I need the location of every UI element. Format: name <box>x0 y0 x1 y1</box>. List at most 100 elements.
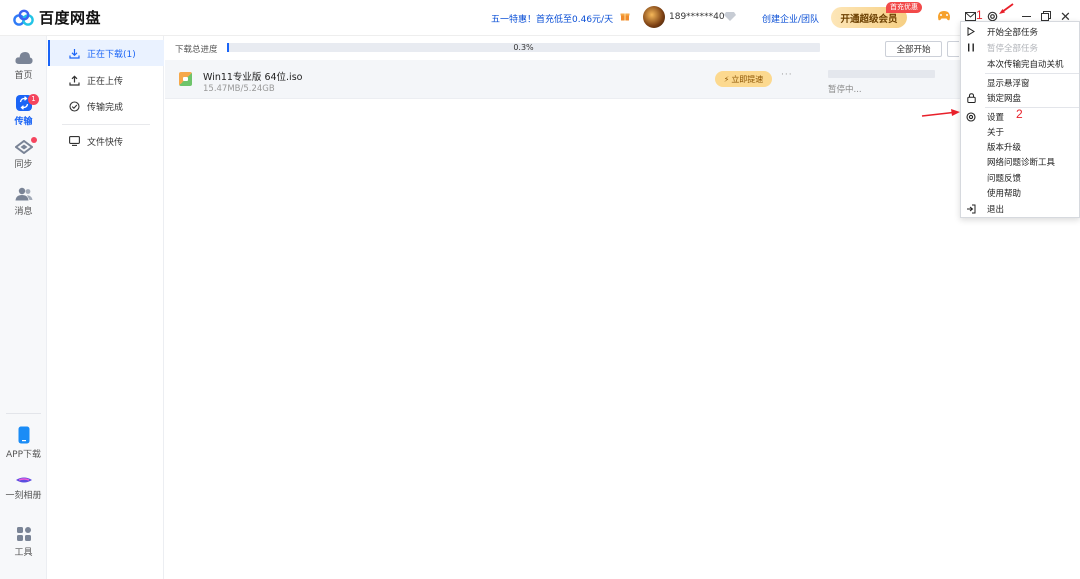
rail-item-transfer[interactable]: 传输 <box>0 95 47 127</box>
rail-item-label: 一刻相册 <box>5 491 42 501</box>
tab-downloading[interactable]: 正在下载(1) <box>48 40 164 66</box>
tab-label: 正在上传 <box>87 76 124 87</box>
menu-item-pause-all[interactable]: 暂停全部任务 <box>961 40 1079 55</box>
menu-separator <box>985 73 1079 74</box>
create-enterprise-link[interactable]: 创建企业/团队 <box>762 12 819 25</box>
game-controller-icon[interactable] <box>937 10 951 22</box>
lightning-icon: ⚡ <box>723 74 730 84</box>
menu-item-auto-shutdown[interactable]: 本次传输完自动关机 <box>961 56 1079 71</box>
album-icon <box>15 477 32 483</box>
rail-item-label: APP下载 <box>5 450 41 460</box>
upload-icon <box>68 74 80 86</box>
menu-item-label: 设置 <box>987 112 1005 123</box>
download-icon <box>68 48 80 59</box>
grid-apps-icon <box>16 527 31 541</box>
rail-item-messages[interactable]: 消息 <box>0 187 47 217</box>
monitor-icon <box>68 136 80 146</box>
app-logo[interactable]: 百度网盘 <box>13 7 101 28</box>
username[interactable]: 189******40 <box>669 12 725 22</box>
rail-item-app-download[interactable]: APP下载 <box>0 426 47 460</box>
subnav-divider <box>62 124 150 125</box>
tab-label: 文件快传 <box>87 137 124 148</box>
rail-item-sync[interactable]: 同步 <box>0 140 47 170</box>
transfer-count-badge: 1 <box>28 94 39 105</box>
menu-item-help[interactable]: 使用帮助 <box>961 185 1079 200</box>
app-name: 百度网盘 <box>39 9 102 27</box>
diamond-icon[interactable] <box>724 11 736 21</box>
tab-completed[interactable]: 传输完成 <box>48 93 164 119</box>
speed-up-button[interactable]: ⚡ 立即提速 <box>715 71 772 87</box>
tab-quick-transfer[interactable]: 文件快传 <box>48 128 164 154</box>
menu-item-start-all[interactable]: 开始全部任务 <box>961 24 1079 39</box>
annotation-arrow-1 <box>999 3 1014 14</box>
vip-promo-badge: 首充优惠 <box>886 2 922 13</box>
menu-item-label: 本次传输完自动关机 <box>987 59 1064 70</box>
file-name: Win11专业版 64位.iso <box>203 72 303 83</box>
mail-icon[interactable] <box>965 12 976 21</box>
start-all-button[interactable]: 全部开始 <box>885 41 942 57</box>
annotation-arrow-2 <box>921 109 960 117</box>
promo-link[interactable]: 五一特惠！首充低至0.46元/天 <box>491 12 613 25</box>
menu-item-label: 显示悬浮窗 <box>987 78 1030 89</box>
cloud-logo-icon <box>13 9 34 26</box>
title-bar: 百度网盘 五一特惠！首充低至0.46元/天 189******40 创建企业/团… <box>0 0 1080 36</box>
rail-item-label: 传输 <box>14 117 33 127</box>
menu-item-upgrade[interactable]: 版本升级 <box>961 139 1079 154</box>
pause-icon <box>968 43 974 52</box>
pause-all-button-edge[interactable] <box>947 41 959 57</box>
menu-item-label: 使用帮助 <box>987 188 1022 199</box>
annotation-step-2: 2 <box>1016 107 1023 121</box>
lock-icon <box>966 92 976 103</box>
people-icon <box>15 187 32 201</box>
menu-item-exit[interactable]: 退出 <box>961 201 1079 216</box>
menu-item-label: 退出 <box>987 204 1005 215</box>
menu-separator <box>985 107 1079 108</box>
menu-item-network-diagnose[interactable]: 网络问题诊断工具 <box>961 154 1079 169</box>
left-rail: 首页 传输 1 同步 消息 APP下载 一刻相册 工具 <box>0 36 47 579</box>
rail-item-album[interactable]: 一刻相册 <box>0 475 47 501</box>
total-progress-bar: 0.3% <box>227 43 820 52</box>
menu-item-label: 暂停全部任务 <box>987 43 1039 54</box>
check-circle-icon <box>68 100 80 112</box>
transfer-subnav: 正在下载(1) 正在上传 传输完成 文件快传 <box>48 36 164 579</box>
minimize-button[interactable] <box>1022 16 1031 17</box>
download-row[interactable]: Win11专业版 64位.iso 15.47MB/5.24GB ⚡ 立即提速 ·… <box>165 60 960 99</box>
rail-divider <box>6 413 41 414</box>
file-size: 15.47MB/5.24GB <box>203 84 275 94</box>
speed-up-label: 立即提速 <box>731 74 764 84</box>
total-progress-text: 0.3% <box>513 43 534 52</box>
rail-item-home[interactable]: 首页 <box>0 51 47 81</box>
exit-icon <box>967 204 976 213</box>
menu-item-label: 锁定网盘 <box>987 93 1022 104</box>
menu-item-lock[interactable]: 锁定网盘 <box>961 90 1079 105</box>
tab-uploading[interactable]: 正在上传 <box>48 67 164 93</box>
menu-item-label: 网络问题诊断工具 <box>987 157 1056 168</box>
play-icon <box>967 27 975 36</box>
rail-item-label: 工具 <box>14 548 33 558</box>
menu-item-feedback[interactable]: 问题反馈 <box>961 170 1079 185</box>
avatar[interactable] <box>643 6 665 28</box>
rail-item-label: 消息 <box>14 207 33 217</box>
row-progress-bar <box>828 70 935 78</box>
menu-item-label: 开始全部任务 <box>987 27 1039 38</box>
gear-icon <box>966 111 976 122</box>
menu-item-floating-window[interactable]: 显示悬浮窗 <box>961 75 1079 90</box>
menu-item-label: 问题反馈 <box>987 173 1022 184</box>
menu-item-about[interactable]: 关于 <box>961 124 1079 139</box>
cloud-icon <box>14 52 33 64</box>
annotation-step-1: 1 <box>976 8 983 22</box>
sync-dot-badge <box>31 137 37 143</box>
phone-icon <box>18 426 29 444</box>
rail-item-label: 同步 <box>14 160 33 170</box>
restore-button[interactable] <box>1041 11 1051 21</box>
tab-label: 传输完成 <box>87 102 124 113</box>
rail-item-label: 首页 <box>14 71 33 81</box>
sync-icon <box>14 140 33 154</box>
gift-icon[interactable] <box>620 11 630 21</box>
archive-file-icon <box>179 72 192 86</box>
tab-label: 正在下载(1) <box>87 49 136 60</box>
menu-item-label: 版本升级 <box>987 142 1022 153</box>
more-options-icon[interactable]: ··· <box>781 70 793 80</box>
total-progress-label: 下载总进度 <box>175 45 218 55</box>
rail-item-tools[interactable]: 工具 <box>0 526 47 558</box>
